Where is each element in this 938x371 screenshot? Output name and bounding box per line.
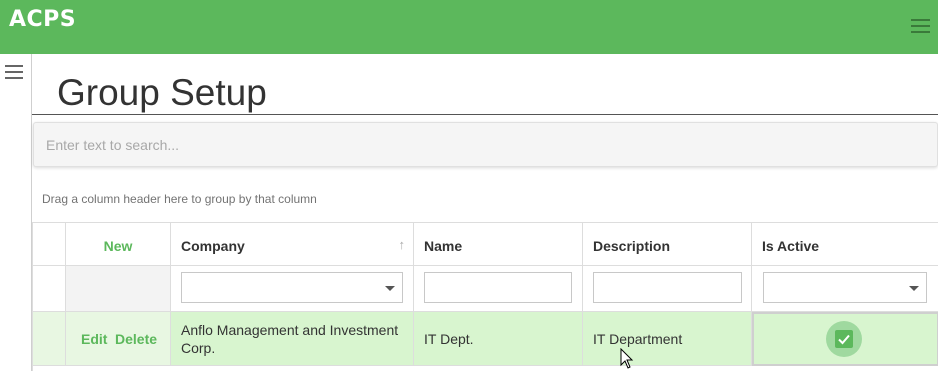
description-filter-input[interactable]	[594, 273, 741, 302]
filter-cell-company	[171, 266, 414, 312]
column-header-label: Description	[593, 238, 671, 254]
edit-button[interactable]: Edit	[81, 331, 107, 347]
table-row[interactable]: Edit Delete Anflo Management and Investm…	[33, 312, 938, 366]
app-title: ACPS	[9, 7, 77, 32]
cell-is-active[interactable]	[752, 312, 938, 366]
header-selection-cell	[33, 223, 66, 266]
column-header-label: Company	[181, 238, 245, 254]
sort-ascending-icon: ↑	[398, 237, 406, 252]
column-header-is-active[interactable]: Is Active	[752, 223, 938, 266]
group-panel-hint: Drag a column header here to group by th…	[42, 192, 317, 206]
mouse-cursor-icon	[620, 348, 634, 369]
cell-company[interactable]: Anflo Management and Investment Corp.	[171, 312, 414, 366]
checkmark-icon	[838, 334, 850, 345]
cell-name[interactable]: IT Dept.	[414, 312, 583, 366]
column-header-label: Name	[424, 238, 463, 254]
row-selection-cell[interactable]	[33, 312, 66, 366]
sidebar	[0, 54, 32, 371]
column-header-label: Is Active	[762, 238, 820, 254]
is-active-filter-dropdown[interactable]	[763, 272, 927, 303]
row-command-cell: Edit Delete	[66, 312, 171, 366]
name-filter-input[interactable]	[425, 273, 571, 302]
filter-selection-cell	[33, 266, 66, 312]
description-filter-input-wrap	[593, 272, 742, 303]
search-panel	[33, 122, 938, 167]
company-value: Anflo Management and Investment Corp.	[181, 322, 399, 356]
top-app-bar: ACPS	[0, 0, 938, 54]
filter-command-cell	[66, 266, 171, 312]
sidebar-menu-icon[interactable]	[5, 65, 23, 79]
company-filter-dropdown[interactable]	[181, 272, 403, 303]
cell-description[interactable]: IT Department	[583, 312, 752, 366]
filter-cell-name	[414, 266, 583, 312]
group-grid: New Company ↑ Name Description Is Active	[32, 222, 938, 371]
checkbox-focus-halo	[826, 321, 862, 357]
is-active-checkbox[interactable]	[835, 330, 853, 348]
chevron-down-icon	[385, 286, 395, 291]
description-value: IT Department	[593, 331, 683, 347]
grid-filter-row	[33, 266, 938, 312]
new-button[interactable]: New	[66, 238, 170, 254]
name-filter-input-wrap	[424, 272, 572, 303]
grid-header-row: New Company ↑ Name Description Is Active	[33, 223, 938, 266]
page-title: Group Setup	[57, 72, 267, 113]
delete-button[interactable]: Delete	[115, 331, 157, 347]
search-input[interactable]	[34, 123, 937, 166]
filter-cell-is-active	[752, 266, 938, 312]
name-value: IT Dept.	[424, 331, 474, 347]
column-header-name[interactable]: Name	[414, 223, 583, 266]
header-command-cell: New	[66, 223, 171, 266]
title-divider	[32, 114, 938, 115]
chevron-down-icon	[909, 286, 919, 291]
column-header-description[interactable]: Description	[583, 223, 752, 266]
column-header-company[interactable]: Company ↑	[171, 223, 414, 266]
top-menu-icon[interactable]	[911, 19, 930, 33]
filter-cell-description	[583, 266, 752, 312]
